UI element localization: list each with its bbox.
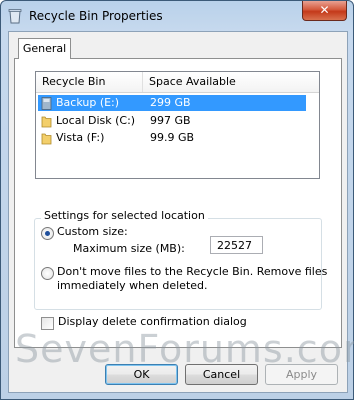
- list-header: Recycle Bin Location Space Available: [36, 72, 319, 108]
- space-available: 99.9 GB: [150, 131, 195, 144]
- tab-general[interactable]: General: [18, 38, 71, 59]
- properties-window: Recycle Bin Properties ✕ General Recycle…: [0, 0, 354, 400]
- location-name: Backup (E:): [56, 96, 120, 109]
- max-size-input[interactable]: 22527: [210, 236, 263, 254]
- dont-move-label[interactable]: Don't move files to the Recycle Bin. Rem…: [57, 265, 327, 278]
- list-item-backup[interactable]: Backup (E:) 299 GB: [38, 95, 306, 111]
- dont-move-radio[interactable]: [41, 267, 54, 280]
- column-header-space[interactable]: Space Available: [143, 72, 313, 92]
- window-title: Recycle Bin Properties: [29, 9, 163, 23]
- folder-icon: [41, 116, 52, 128]
- recycle-bin-icon: [8, 9, 22, 24]
- custom-size-radio[interactable]: [41, 227, 54, 240]
- sevenforums-watermark: SevenForums.com: [15, 327, 354, 371]
- location-name: Vista (F:): [56, 131, 105, 144]
- custom-size-label[interactable]: Custom size:: [57, 225, 128, 238]
- dont-move-label-line2[interactable]: immediately when deleted.: [57, 279, 208, 292]
- title-bar[interactable]: Recycle Bin Properties ✕: [1, 1, 353, 31]
- space-available: 997 GB: [150, 114, 191, 127]
- close-icon: ✕: [319, 3, 330, 17]
- location-name: Local Disk (C:): [56, 114, 136, 127]
- settings-group-label: Settings for selected location: [41, 209, 208, 222]
- list-item-vista[interactable]: Vista (F:) 99.9 GB: [38, 130, 306, 146]
- space-available: 299 GB: [150, 96, 191, 109]
- column-header-location[interactable]: Recycle Bin Location: [36, 72, 143, 108]
- close-button[interactable]: ✕: [302, 1, 347, 21]
- max-size-label: Maximum size (MB):: [73, 242, 185, 255]
- recycle-bin-location-list[interactable]: Recycle Bin Location Space Available Bac…: [35, 71, 320, 179]
- drive-icon: [41, 97, 52, 110]
- list-item-local-disk[interactable]: Local Disk (C:) 997 GB: [38, 113, 306, 129]
- folder-icon: [41, 133, 52, 145]
- radio-selected-dot: [45, 231, 50, 236]
- general-tab-panel: Recycle Bin Location Space Available Bac…: [14, 58, 342, 348]
